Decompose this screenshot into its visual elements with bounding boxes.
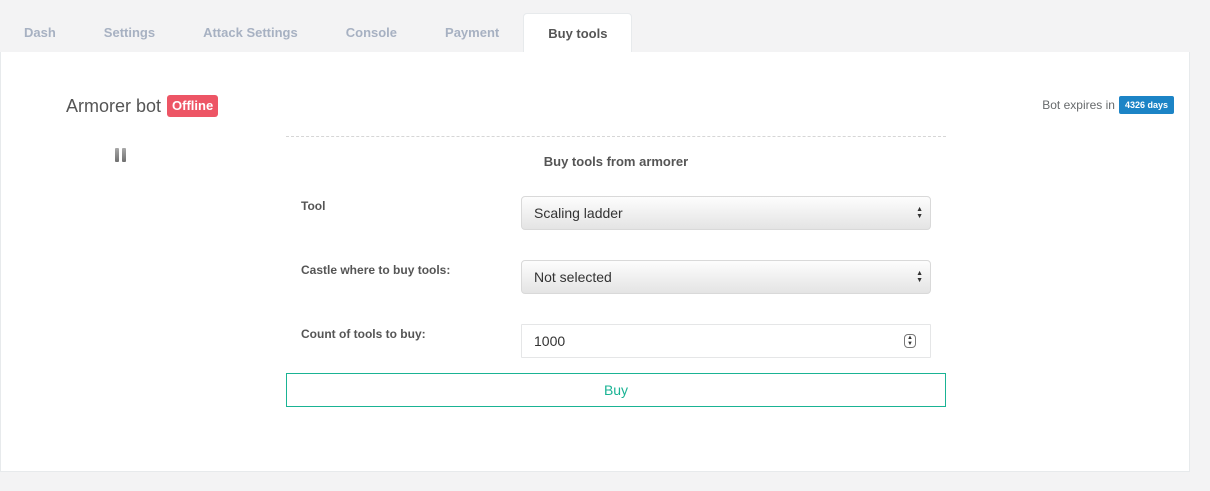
tab-bar: Dash Settings Attack Settings Console Pa… — [0, 13, 633, 52]
expires-badge: 4326 days — [1118, 96, 1174, 114]
tool-label: Tool — [301, 199, 326, 213]
tab-payment[interactable]: Payment — [421, 13, 523, 52]
tab-buy-tools[interactable]: Buy tools — [523, 13, 633, 52]
bot-header: Armorer bot Offline — [66, 95, 219, 117]
expires-label: Bot expires in — [1042, 98, 1115, 112]
form-title: Buy tools from armorer — [543, 154, 689, 169]
updown-arrows-icon: ▲ ▼ — [916, 206, 923, 220]
tab-console[interactable]: Console — [322, 13, 421, 52]
bot-expiry: Bot expires in 4326 days — [1042, 96, 1174, 114]
tab-dash[interactable]: Dash — [0, 13, 80, 52]
bot-name: Armorer bot — [66, 95, 162, 116]
status-badge: Offline — [167, 95, 219, 117]
count-input-value: 1000 — [534, 333, 566, 349]
count-label: Count of tools to buy: — [301, 327, 426, 341]
tab-content-panel: Armorer bot Offline Bot expires in 4326 … — [0, 52, 1190, 472]
stepper-icon[interactable]: ▲ ▼ — [904, 334, 916, 348]
pause-icon[interactable] — [115, 148, 126, 162]
tab-settings[interactable]: Settings — [80, 13, 179, 52]
buy-button[interactable]: Buy — [286, 373, 946, 407]
tool-select[interactable]: Scaling ladder ▲ ▼ — [521, 196, 931, 230]
tab-attack-settings[interactable]: Attack Settings — [179, 13, 322, 52]
divider — [286, 136, 946, 137]
castle-label: Castle where to buy tools: — [301, 263, 451, 277]
castle-select[interactable]: Not selected ▲ ▼ — [521, 260, 931, 294]
updown-arrows-icon: ▲ ▼ — [916, 270, 923, 284]
castle-select-value: Not selected — [534, 269, 612, 285]
count-input[interactable]: 1000 ▲ ▼ — [521, 324, 931, 358]
tool-select-value: Scaling ladder — [534, 205, 623, 221]
